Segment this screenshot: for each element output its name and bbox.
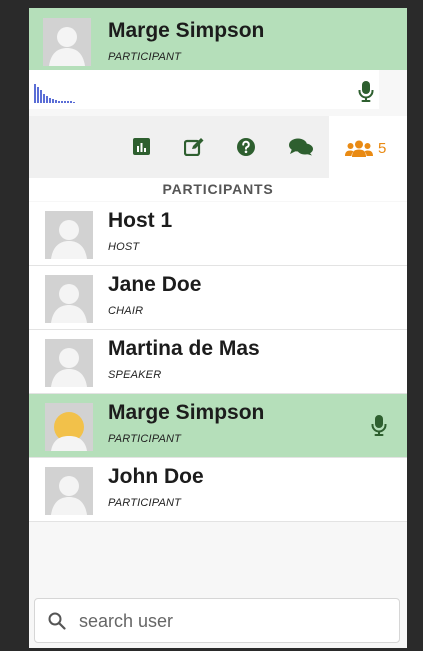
search-box[interactable] (34, 598, 400, 643)
participant-name: John Doe (108, 465, 204, 488)
participant-name: Marge Simpson (108, 401, 265, 424)
current-user-role: PARTICIPANT (108, 51, 182, 63)
current-user-name: Marge Simpson (108, 19, 265, 42)
participant-role: CHAIR (108, 305, 144, 317)
tab-notes[interactable] (183, 138, 204, 161)
participant-role: PARTICIPANT (108, 433, 182, 445)
participant-row-highlighted[interactable]: Marge Simpson PARTICIPANT (29, 394, 407, 458)
tab-bar (29, 116, 329, 180)
audio-level-bars (34, 84, 75, 103)
avatar (45, 339, 93, 387)
question-icon (237, 138, 255, 160)
participant-name: Martina de Mas (108, 337, 260, 360)
current-user-card: Marge Simpson PARTICIPANT (29, 8, 407, 70)
participant-row[interactable]: Martina de Mas SPEAKER (29, 330, 407, 394)
tab-polls[interactable] (133, 138, 150, 160)
participants-panel: Marge Simpson PARTICIPANT 5 PARTICIPANTS… (29, 8, 407, 648)
search-input[interactable] (79, 608, 379, 634)
participant-row[interactable]: John Doe PARTICIPANT (29, 458, 407, 522)
avatar (45, 211, 93, 259)
participant-name: Jane Doe (108, 273, 202, 296)
tab-questions[interactable] (237, 138, 255, 161)
tab-participants[interactable]: 5 (329, 116, 407, 180)
avatar (43, 18, 91, 66)
avatar (45, 403, 93, 451)
microphone-icon[interactable] (358, 81, 374, 108)
section-title: PARTICIPANTS (29, 178, 407, 201)
audio-level-meter (29, 70, 379, 109)
participant-role: PARTICIPANT (108, 497, 182, 509)
poll-chart-icon (133, 138, 150, 159)
chat-bubbles-icon (289, 138, 313, 160)
panel-tabs: 5 (29, 116, 407, 180)
participant-count-badge: 5 (378, 140, 387, 157)
avatar (45, 275, 93, 323)
participant-name: Host 1 (108, 209, 173, 232)
participant-role: HOST (108, 241, 140, 253)
participant-row[interactable]: Host 1 HOST (29, 202, 407, 266)
avatar (45, 467, 93, 515)
edit-note-icon (183, 138, 204, 160)
users-icon (345, 140, 373, 162)
participant-row[interactable]: Jane Doe CHAIR (29, 266, 407, 330)
microphone-icon (371, 415, 387, 442)
participant-role: SPEAKER (108, 369, 162, 381)
tab-chat[interactable] (289, 138, 313, 161)
search-icon (48, 612, 66, 635)
